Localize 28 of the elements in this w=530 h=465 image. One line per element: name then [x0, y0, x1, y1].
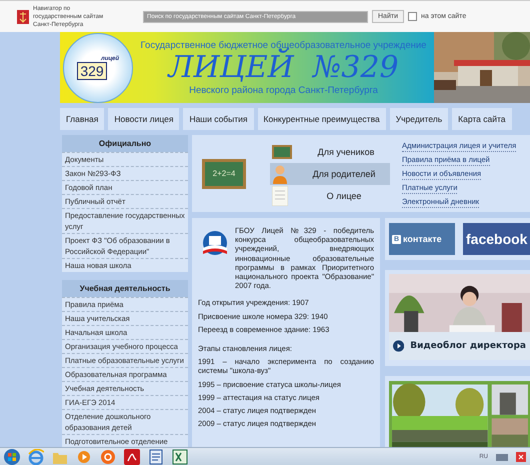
banner-district: Невского района города Санкт-Петербурга [189, 84, 378, 96]
banner-subtitle: Государственное бюджетное общеобразовательное учреждение [140, 40, 426, 50]
facebook-button[interactable]: facebook [463, 223, 530, 255]
nav-tab[interactable]: Учредитель [390, 108, 448, 130]
nav-tab[interactable]: Наши события [183, 108, 254, 130]
document-icon[interactable] [148, 448, 164, 464]
audience-item[interactable]: О лицее [270, 184, 390, 206]
start-icon[interactable] [4, 448, 20, 464]
nav-tab[interactable]: Новости лицея [108, 108, 180, 130]
site-checkbox[interactable] [408, 12, 417, 21]
board-text: 2+2=4 [212, 169, 236, 178]
sidebar-heading: Учебная деятельность [62, 280, 188, 297]
audience-item[interactable]: Для учеников [270, 140, 390, 162]
nav-tab[interactable]: Главная [60, 108, 104, 130]
nav-tab[interactable]: Карта сайта [452, 108, 512, 130]
spreadsheet-icon[interactable] [172, 448, 188, 464]
education-logo-icon [200, 230, 230, 258]
person-icon [272, 164, 288, 184]
banner-title: ЛИЦЕЙ №329 [168, 50, 399, 84]
audience-item[interactable]: Для родителей [270, 162, 390, 184]
emblem-icon[interactable] [17, 10, 29, 24]
nav-tab[interactable]: Конкурентные преимущества [258, 108, 386, 130]
chalkboard-icon [272, 144, 292, 158]
document-icon [272, 186, 288, 206]
media-player-icon[interactable] [76, 448, 92, 464]
logo-number: 329 [77, 62, 107, 80]
sidebar-heading: Официально [62, 135, 188, 152]
browser-icon[interactable] [28, 448, 44, 464]
